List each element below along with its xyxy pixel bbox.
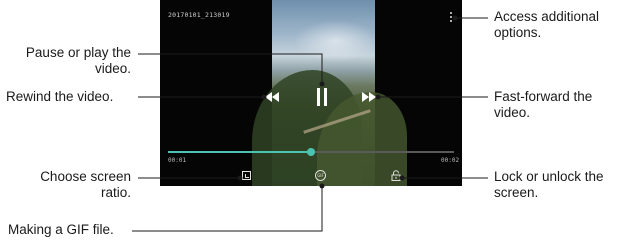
callout-lock-line-2: screen. xyxy=(494,185,539,200)
callout-ffwd-line-1: Fast-forward the xyxy=(494,89,593,104)
elapsed-time: 00:01 xyxy=(168,157,187,164)
callout-options: Access additional options. xyxy=(494,9,599,41)
callout-pause-line-2: video. xyxy=(94,61,131,76)
callout-lock-line-1: Lock or unlock the xyxy=(494,169,604,184)
progress-handle[interactable] xyxy=(307,148,315,156)
callout-options-line-1: Access additional xyxy=(494,9,600,24)
callout-gif: Making a GIF file. xyxy=(8,222,114,238)
callout-pause-line-1: Pause or play the xyxy=(25,45,131,60)
more-vertical-icon[interactable] xyxy=(449,12,453,24)
total-time: 00:02 xyxy=(441,157,460,164)
progress-bar[interactable] xyxy=(168,148,454,156)
lock-icon[interactable] xyxy=(391,170,401,181)
leader-gif xyxy=(132,186,323,232)
callout-pause: Pause or play the video. xyxy=(26,45,131,77)
callout-lock: Lock or unlock the screen. xyxy=(494,169,604,201)
pause-icon[interactable] xyxy=(316,88,328,106)
callout-rewind-line-1: Rewind the video. xyxy=(6,89,114,104)
callout-ffwd: Fast-forward the video. xyxy=(494,89,592,121)
callout-rewind: Rewind the video. xyxy=(6,89,113,105)
callout-ratio-line-2: ratio. xyxy=(100,185,131,200)
callout-gif-line-1: Making a GIF file. xyxy=(8,222,114,237)
progress-fill xyxy=(168,151,311,153)
callout-ffwd-line-2: video. xyxy=(494,105,531,120)
gif-icon[interactable]: GIF xyxy=(315,170,326,181)
fast-forward-icon[interactable] xyxy=(362,92,376,102)
video-player-screen: 20170101_213019 00:01 00:02 GIF xyxy=(160,0,462,186)
screen-ratio-icon[interactable] xyxy=(242,171,251,180)
callout-options-line-2: options. xyxy=(494,25,542,40)
video-file-name: 20170101_213019 xyxy=(168,11,230,19)
callout-ratio: Choose screen ratio. xyxy=(40,169,131,201)
rewind-icon[interactable] xyxy=(265,92,279,102)
callout-ratio-line-1: Choose screen xyxy=(40,169,131,184)
